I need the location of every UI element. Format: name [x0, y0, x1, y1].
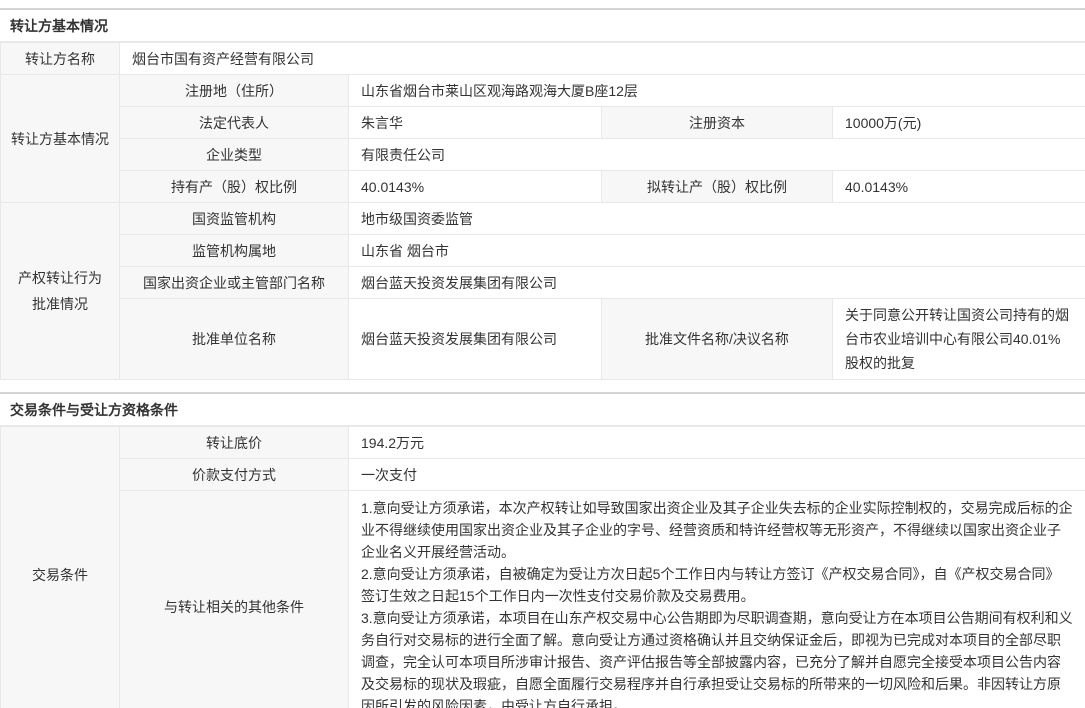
section-transferor-info: 转让方基本情况 转让方名称 烟台市国有资产经营有限公司 转让方基本情况 注册地（…: [0, 8, 1085, 380]
regulator-region-value: 山东省 烟台市: [349, 235, 1085, 267]
table-row: 价款支付方式 一次支付: [1, 459, 1085, 491]
approval-doc-value: 关于同意公开转让国资公司持有的烟台市农业培训中心有限公司40.01%股权的批复: [833, 299, 1085, 380]
floor-price-label: 转让底价: [120, 427, 349, 459]
section-title: 转让方基本情况: [0, 10, 1085, 42]
table-row: 交易条件 转让底价 194.2万元: [1, 427, 1085, 459]
regulator-label: 国资监管机构: [120, 203, 349, 235]
legal-rep-label: 法定代表人: [120, 107, 349, 139]
other-conditions-value: 1.意向受让方须承诺，本次产权转让如导致国家出资企业及其子企业失去标的企业实际控…: [349, 491, 1085, 708]
other-conditions-label: 与转让相关的其他条件: [120, 491, 349, 708]
transferor-info-table: 转让方名称 烟台市国有资产经营有限公司 转让方基本情况 注册地（住所） 山东省烟…: [0, 42, 1085, 380]
held-ratio-value: 40.0143%: [349, 171, 602, 203]
approval-doc-label: 批准文件名称/决议名称: [602, 299, 833, 380]
approval-unit-value: 烟台蓝天投资发展集团有限公司: [349, 299, 602, 380]
payment-method-value: 一次支付: [349, 459, 1085, 491]
table-row: 转让方名称 烟台市国有资产经营有限公司: [1, 43, 1085, 75]
held-ratio-label: 持有产（股）权比例: [120, 171, 349, 203]
table-row: 批准单位名称 烟台蓝天投资发展集团有限公司 批准文件名称/决议名称 关于同意公开…: [1, 299, 1085, 380]
section-title: 交易条件与受让方资格条件: [0, 394, 1085, 426]
document: 转让方基本情况 转让方名称 烟台市国有资产经营有限公司 转让方基本情况 注册地（…: [0, 0, 1085, 708]
basic-group-label: 转让方基本情况: [1, 75, 120, 203]
table-row: 产权转让行为 批准情况 国资监管机构 地市级国资委监管: [1, 203, 1085, 235]
payment-method-label: 价款支付方式: [120, 459, 349, 491]
registered-capital-label: 注册资本: [602, 107, 833, 139]
transferor-name-label: 转让方名称: [1, 43, 120, 75]
state-enterprise-label: 国家出资企业或主管部门名称: [120, 267, 349, 299]
floor-price-value: 194.2万元: [349, 427, 1085, 459]
table-row: 与转让相关的其他条件 1.意向受让方须承诺，本次产权转让如导致国家出资企业及其子…: [1, 491, 1085, 708]
table-row: 持有产（股）权比例 40.0143% 拟转让产（股）权比例 40.0143%: [1, 171, 1085, 203]
registered-capital-value: 10000万(元): [833, 107, 1085, 139]
enterprise-type-label: 企业类型: [120, 139, 349, 171]
transfer-ratio-label: 拟转让产（股）权比例: [602, 171, 833, 203]
registered-address-label: 注册地（住所）: [120, 75, 349, 107]
regulator-region-label: 监管机构属地: [120, 235, 349, 267]
table-row: 企业类型 有限责任公司: [1, 139, 1085, 171]
approval-group-label: 产权转让行为 批准情况: [1, 203, 120, 380]
table-row: 转让方基本情况 注册地（住所） 山东省烟台市莱山区观海路观海大厦B座12层: [1, 75, 1085, 107]
approval-unit-label: 批准单位名称: [120, 299, 349, 380]
table-row: 国家出资企业或主管部门名称 烟台蓝天投资发展集团有限公司: [1, 267, 1085, 299]
legal-rep-value: 朱言华: [349, 107, 602, 139]
trade-group-label: 交易条件: [1, 427, 120, 708]
regulator-value: 地市级国资委监管: [349, 203, 1085, 235]
enterprise-type-value: 有限责任公司: [349, 139, 1085, 171]
transfer-ratio-value: 40.0143%: [833, 171, 1085, 203]
table-row: 监管机构属地 山东省 烟台市: [1, 235, 1085, 267]
registered-address-value: 山东省烟台市莱山区观海路观海大厦B座12层: [349, 75, 1085, 107]
state-enterprise-value: 烟台蓝天投资发展集团有限公司: [349, 267, 1085, 299]
trade-conditions-table: 交易条件 转让底价 194.2万元 价款支付方式 一次支付 与转让相关的其他条件…: [0, 426, 1085, 708]
section-trade-conditions: 交易条件与受让方资格条件 交易条件 转让底价 194.2万元 价款支付方式 一次…: [0, 392, 1085, 708]
transferor-name-value: 烟台市国有资产经营有限公司: [120, 43, 1085, 75]
table-row: 法定代表人 朱言华 注册资本 10000万(元): [1, 107, 1085, 139]
